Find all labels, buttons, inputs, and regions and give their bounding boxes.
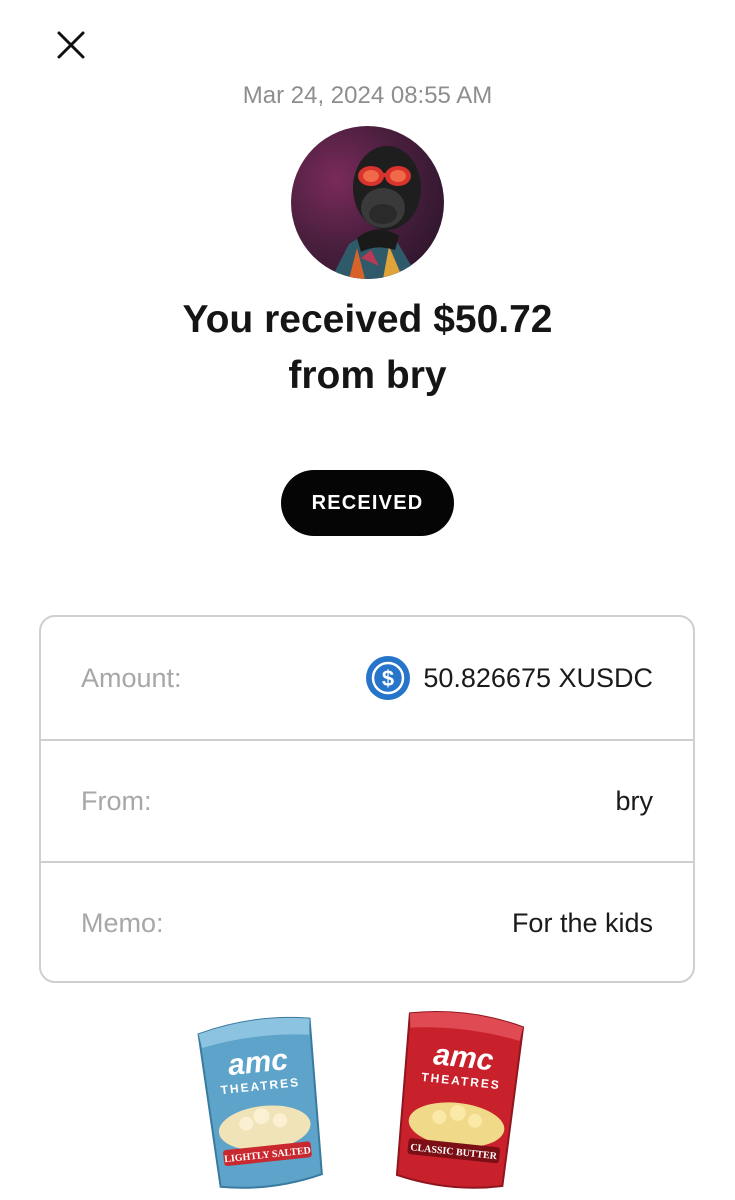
detail-row-memo: Memo: For the kids (41, 861, 693, 981)
status-badge: RECEIVED (281, 470, 454, 536)
memo-value: For the kids (511, 907, 653, 938)
amount-value: 50.826675 XUSDC (423, 662, 653, 693)
headline-sender: from bry (288, 354, 447, 397)
memo-stickers: amc THEATRES LIGHTLY SALTED amc THEATRES… (0, 1005, 735, 1200)
from-label: From: (81, 785, 152, 816)
sender-avatar (291, 126, 444, 279)
close-button[interactable] (52, 26, 90, 64)
memo-label: Memo: (81, 907, 164, 938)
usdc-icon: $ (365, 655, 411, 701)
headline-amount: You received $50.72 (182, 298, 553, 341)
detail-row-from: From: bry (41, 739, 693, 861)
detail-row-amount: Amount: $ 50.826675 XUSDC (41, 617, 693, 739)
transaction-headline: You received $50.72 from bry (0, 292, 735, 404)
close-icon (57, 31, 85, 59)
svg-text:$: $ (382, 666, 394, 691)
amount-label: Amount: (81, 662, 182, 693)
from-value: bry (615, 785, 653, 816)
transaction-timestamp: Mar 24, 2024 08:55 AM (242, 82, 493, 109)
amount-value-group: $ 50.826675 XUSDC (365, 655, 653, 701)
transaction-details-card: Amount: $ 50.826675 XUSDC From: bry Memo… (39, 615, 695, 983)
popcorn-bag-lightly-salted: amc THEATRES LIGHTLY SALTED (197, 1016, 323, 1189)
popcorn-bag-classic-butter: amc THEATRES CLASSIC BUTTER (395, 1011, 525, 1189)
